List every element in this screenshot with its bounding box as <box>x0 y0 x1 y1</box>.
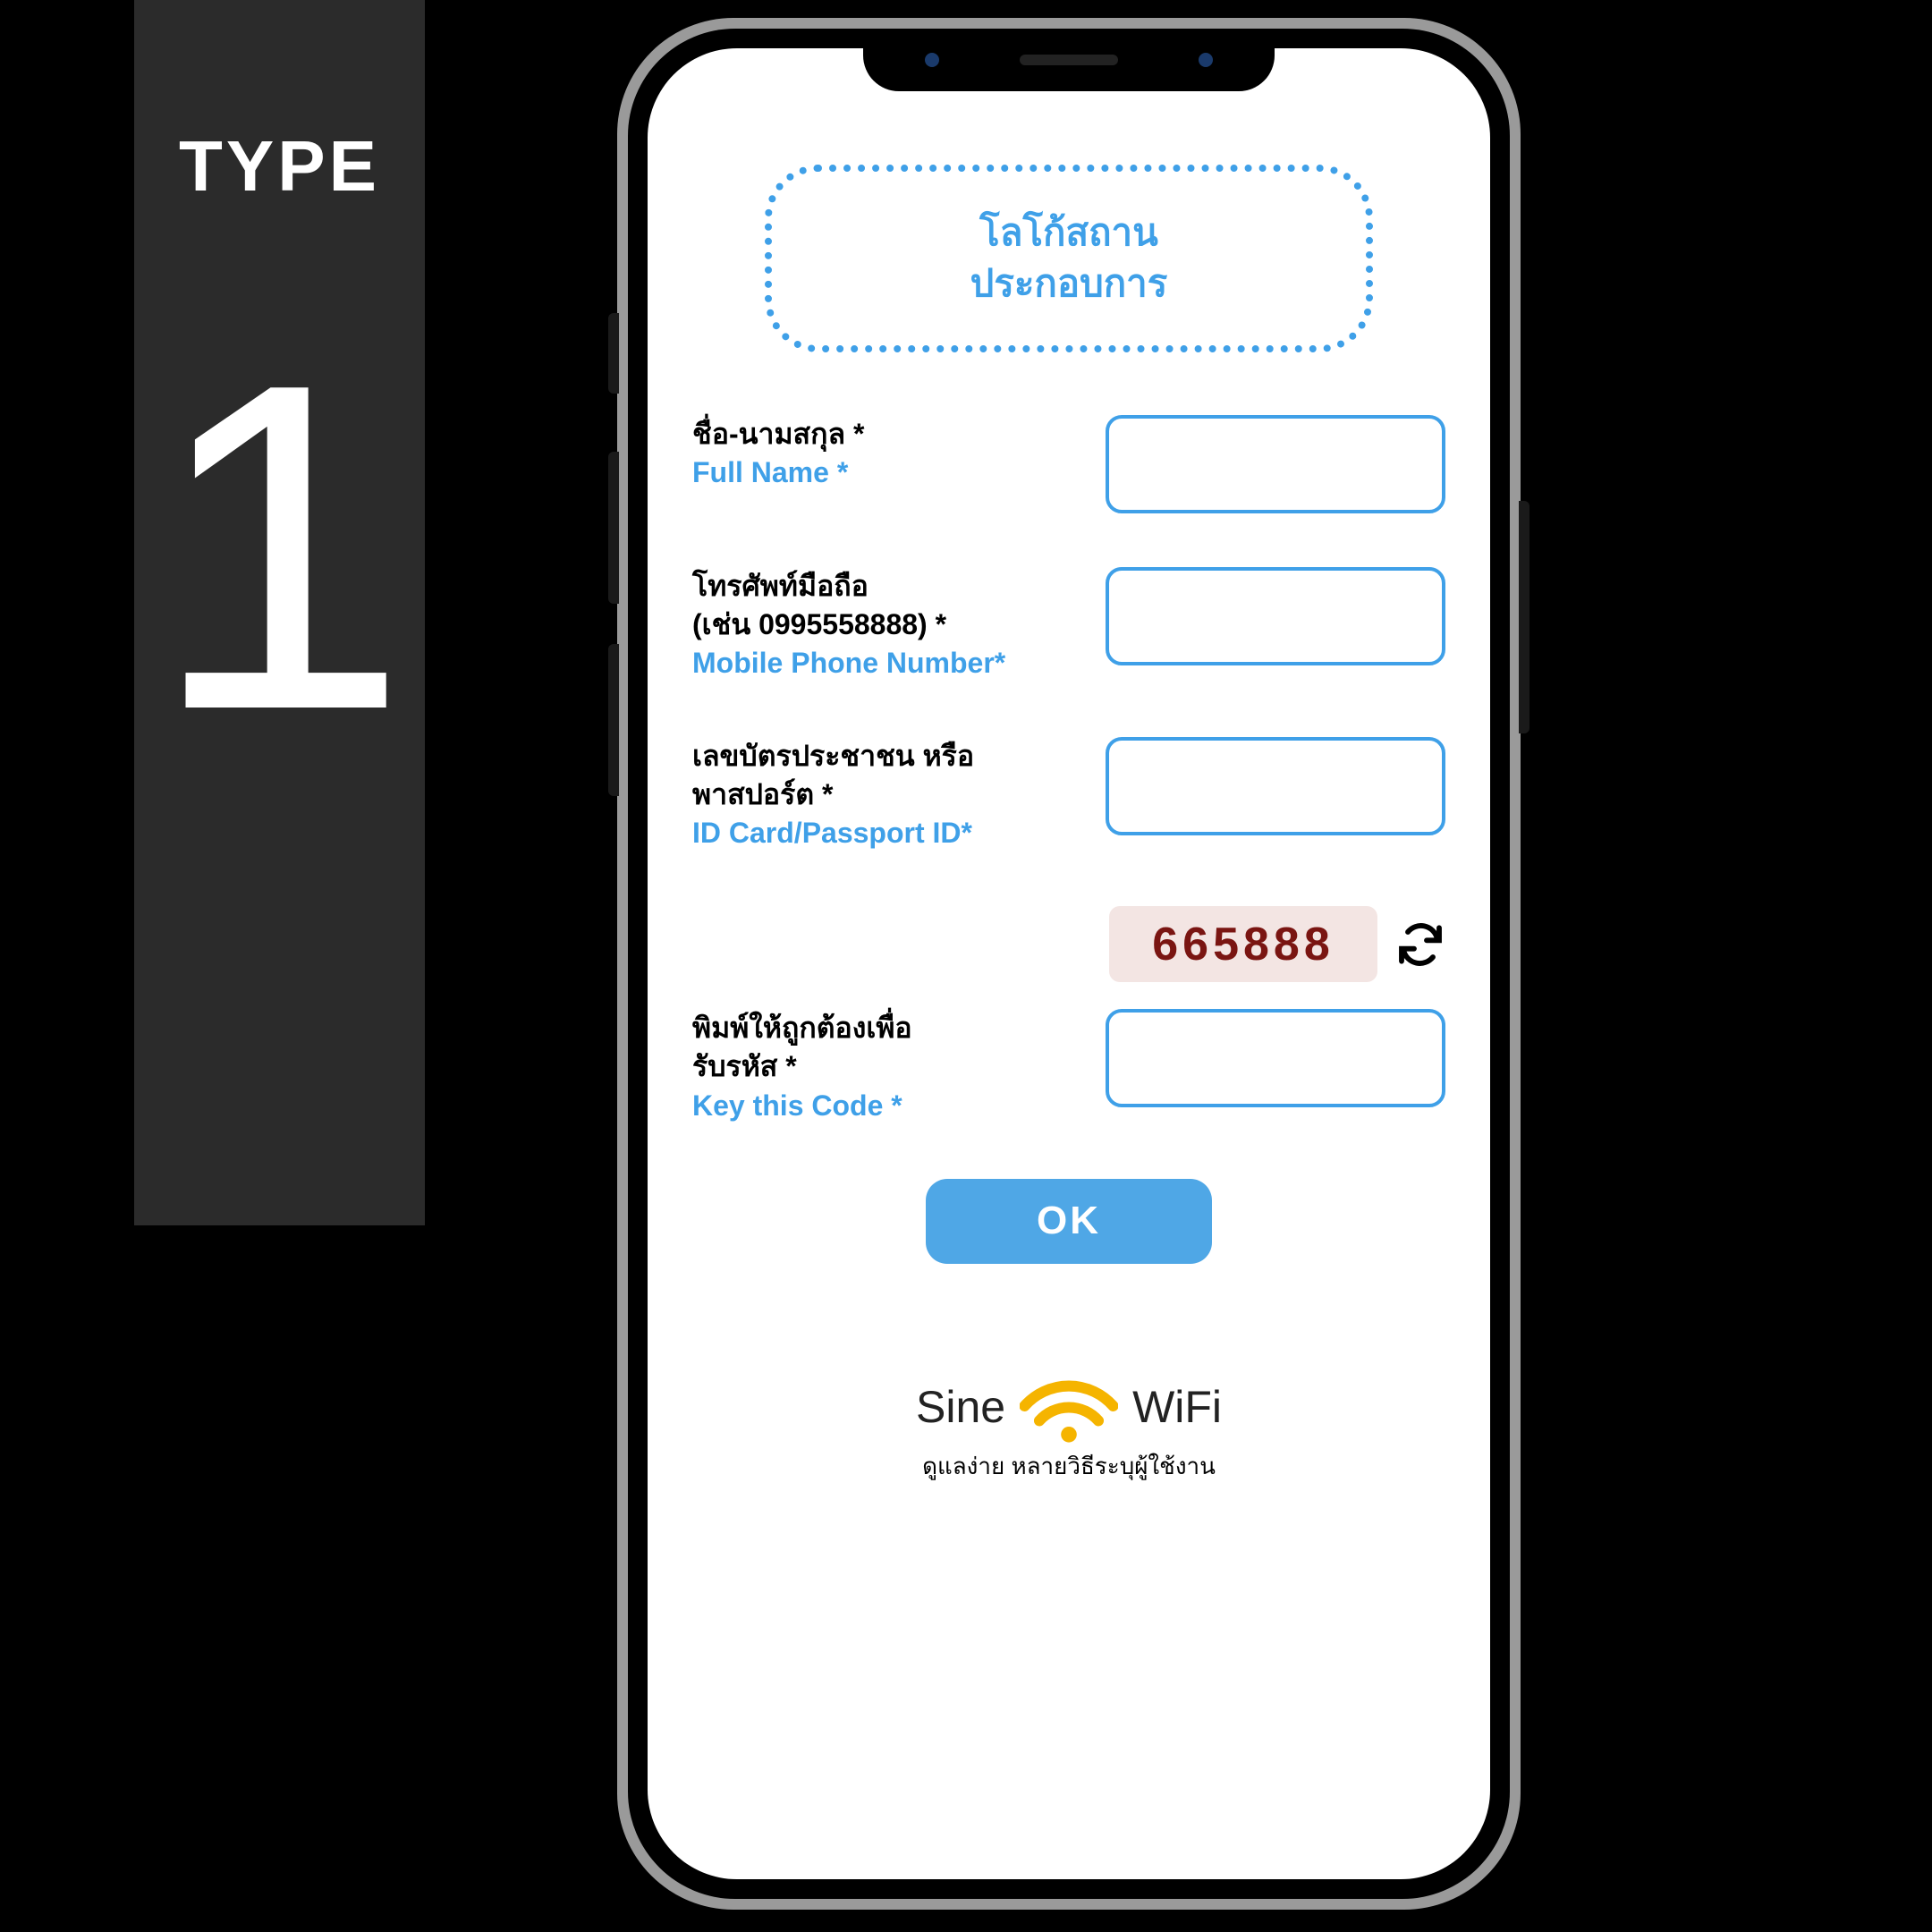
idcard-label-en: ID Card/Passport ID* <box>692 814 1077 852</box>
phone-label-th1: โทรศัพท์มือถือ <box>692 567 1077 606</box>
logo-line1: โลโก้สถาน <box>979 208 1158 258</box>
phone-frame-inner: โลโก้สถาน ประกอบการ ชื่อ-นามสกุล * Full … <box>628 29 1510 1899</box>
fullname-input[interactable] <box>1106 415 1445 513</box>
field-row-fullname: ชื่อ-นามสกุล * Full Name * <box>692 415 1445 513</box>
type-sidebar: TYPE 1 <box>134 0 425 1225</box>
phone-volume-down-button <box>608 644 619 796</box>
brand-tagline: ดูแลง่าย หลายวิธีระบุผู้ใช้งาน <box>922 1448 1216 1485</box>
phone-input[interactable] <box>1106 567 1445 665</box>
idcard-labels: เลขบัตรประชาชน หรือ พาสปอร์ต * ID Card/P… <box>692 737 1077 853</box>
brand-row: Sine WiFi <box>916 1371 1222 1443</box>
notch-sensor-icon <box>925 53 939 67</box>
fullname-label-en: Full Name * <box>692 453 1077 492</box>
captcha-code-display: 665888 <box>1109 906 1377 982</box>
type-number: 1 <box>150 315 409 780</box>
phone-label-th2: (เช่น 0995558888) * <box>692 606 1077 644</box>
wifi-icon <box>1020 1371 1118 1443</box>
captcha-label-en: Key this Code * <box>692 1087 1077 1125</box>
notch-camera-icon <box>1199 53 1213 67</box>
phone-label-en: Mobile Phone Number* <box>692 644 1077 682</box>
captcha-area: 665888 <box>692 906 1445 982</box>
idcard-label-th1: เลขบัตรประชาชน หรือ <box>692 737 1077 775</box>
ok-button[interactable]: OK <box>926 1179 1212 1264</box>
idcard-label-th2: พาสปอร์ต * <box>692 775 1077 814</box>
phone-screen: โลโก้สถาน ประกอบการ ชื่อ-นามสกุล * Full … <box>648 48 1490 1879</box>
captcha-label-th1: พิมพ์ให้ถูกต้องเพื่อ <box>692 1009 1077 1047</box>
field-row-idcard: เลขบัตรประชาชน หรือ พาสปอร์ต * ID Card/P… <box>692 737 1445 853</box>
phone-power-button <box>1519 501 1530 733</box>
type-label: TYPE <box>179 125 380 208</box>
phone-labels: โทรศัพท์มือถือ (เช่น 0995558888) * Mobil… <box>692 567 1077 683</box>
phone-volume-up-button <box>608 452 619 604</box>
phone-frame: โลโก้สถาน ประกอบการ ชื่อ-นามสกุล * Full … <box>617 18 1521 1910</box>
captcha-label-th2: รับรหัส * <box>692 1047 1077 1086</box>
refresh-captcha-icon[interactable] <box>1395 919 1445 970</box>
phone-side-button <box>608 313 619 394</box>
brand-name-right: WiFi <box>1132 1381 1222 1433</box>
notch-speaker-icon <box>1020 55 1118 65</box>
logo-line2: ประกอบการ <box>970 258 1168 309</box>
brand-area: Sine WiFi ดูแลง่าย หลายวิธีระบุผู้ใช้งาน <box>692 1371 1445 1485</box>
fullname-label-th: ชื่อ-นามสกุล * <box>692 415 1077 453</box>
field-row-phone: โทรศัพท์มือถือ (เช่น 0995558888) * Mobil… <box>692 567 1445 683</box>
idcard-input[interactable] <box>1106 737 1445 835</box>
phone-notch <box>863 29 1275 91</box>
business-logo-placeholder: โลโก้สถาน ประกอบการ <box>765 165 1373 352</box>
captcha-input[interactable] <box>1106 1009 1445 1107</box>
brand-name-left: Sine <box>916 1381 1005 1433</box>
captcha-labels: พิมพ์ให้ถูกต้องเพื่อ รับรหัส * Key this … <box>692 1009 1077 1125</box>
field-row-captcha: พิมพ์ให้ถูกต้องเพื่อ รับรหัส * Key this … <box>692 1009 1445 1125</box>
fullname-labels: ชื่อ-นามสกุล * Full Name * <box>692 415 1077 492</box>
